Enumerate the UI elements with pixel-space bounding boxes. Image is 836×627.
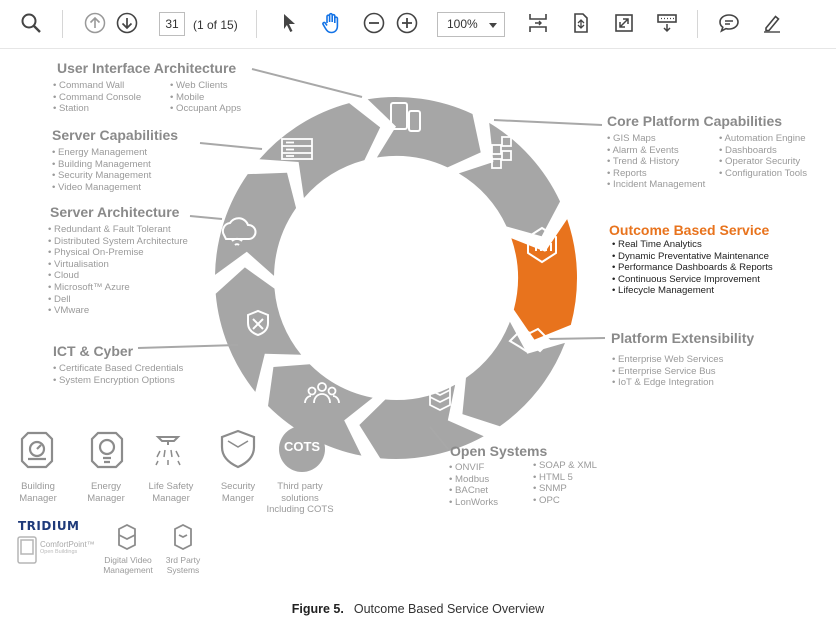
zoom-value: 100% (447, 17, 478, 31)
life-safety-manager-label: Life Safety Manager (148, 481, 194, 504)
document-page: User Interface Architecture Command Wall… (0, 49, 836, 627)
ict-cyber-list: Certificate Based CredentialsSystem Encr… (53, 363, 183, 386)
zoom-select[interactable]: 100% (437, 12, 505, 37)
ring-segment-outcome (511, 219, 577, 340)
read-mode-icon[interactable] (652, 8, 682, 38)
building-manager-icon (20, 431, 54, 469)
life-safety-manager-icon (155, 436, 181, 466)
third-party-solutions-label: Third party solutions Including COTS (266, 481, 334, 515)
toolbar-divider (697, 10, 698, 38)
select-cursor-icon[interactable] (274, 8, 304, 38)
ict-cyber-title: ICT & Cyber (53, 343, 134, 359)
digital-video-icon (118, 523, 136, 551)
outcome-based-service-title: Outcome Based Service (609, 222, 770, 238)
cots-badge: COTS (283, 439, 321, 454)
server-architecture-list: Redundant & Fault TolerantDistributed Sy… (48, 224, 188, 317)
tridium-logo: TRIDIUM (18, 519, 80, 533)
building-manager-label: Building Manager (19, 481, 57, 504)
ui-architecture-list-2: Web ClientsMobileOccupant Apps (170, 80, 241, 115)
fit-page-icon[interactable] (523, 8, 553, 38)
open-systems-list-2: SOAP & XMLHTML 5SNMPOPC (533, 460, 597, 506)
comfortpoint-label: ComfortPoint™ (40, 540, 95, 549)
search-icon[interactable] (16, 8, 46, 38)
previous-page-icon[interactable] (80, 8, 110, 38)
ring-segment-ui (367, 97, 481, 168)
rotate-page-icon[interactable] (566, 8, 596, 38)
open-systems-list-1: ONVIFModbusBACnetLonWorks (449, 462, 498, 508)
figure-caption: Figure 5. Outcome Based Service Overview (0, 602, 836, 616)
ui-architecture-list-1: Command WallCommand ConsoleStation (53, 80, 141, 115)
energy-manager-label: Energy Manager (87, 481, 125, 504)
highlight-pen-icon[interactable] (757, 8, 787, 38)
zoom-out-icon[interactable] (359, 8, 389, 38)
chevron-down-icon (489, 23, 497, 28)
core-platform-list-2: Automation EngineDashboardsOperator Secu… (719, 133, 808, 179)
core-platform-title: Core Platform Capabilities (607, 113, 783, 129)
security-manager-icon (220, 429, 256, 469)
outcome-based-service-list: Real Time AnalyticsDynamic Preventative … (612, 239, 773, 297)
comfortpoint-sublabel: Open Buildings (40, 549, 78, 555)
next-page-icon[interactable] (112, 8, 142, 38)
comment-icon[interactable] (714, 8, 744, 38)
digital-video-label: Digital Video Management (103, 555, 153, 575)
energy-manager-icon (90, 431, 124, 469)
third-party-systems-label: 3rd Party Systems (165, 555, 201, 575)
ring-segments (215, 97, 577, 460)
hand-tool-icon[interactable] (316, 8, 346, 38)
full-screen-icon[interactable] (609, 8, 639, 38)
security-manager-label: Security Manger (220, 481, 256, 504)
toolbar-divider (256, 10, 257, 38)
comfortpoint-icon (17, 536, 37, 564)
page-count: (1 of 15) (193, 18, 238, 32)
page-number-input[interactable]: 31 (159, 12, 185, 36)
server-capabilities-title: Server Capabilities (52, 127, 179, 143)
zoom-in-icon[interactable] (392, 8, 422, 38)
core-platform-list-1: GIS MapsAlarm & EventsTrend & HistoryRep… (607, 133, 706, 191)
server-architecture-title: Server Architecture (50, 204, 180, 220)
server-capabilities-list: Energy ManagementBuilding ManagementSecu… (52, 147, 151, 193)
ui-architecture-title: User Interface Architecture (57, 60, 237, 76)
toolbar-divider (62, 10, 63, 38)
third-party-systems-icon (174, 523, 192, 551)
platform-extensibility-list: Enterprise Web ServicesEnterprise Servic… (612, 354, 723, 389)
figure-title: Outcome Based Service Overview (353, 602, 545, 616)
open-systems-title: Open Systems (450, 443, 548, 459)
platform-extensibility-title: Platform Extensibility (611, 330, 755, 346)
figure-label: Figure 5. (291, 602, 344, 616)
pdf-toolbar: 31 (1 of 15) 100% (0, 0, 836, 49)
